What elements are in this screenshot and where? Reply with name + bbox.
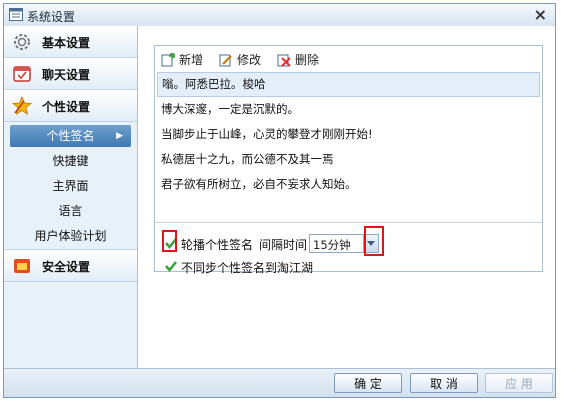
edit-button-label: 修改	[237, 53, 262, 67]
signature-toolbar: 新增 修改 删除	[155, 46, 542, 72]
rotate-signature-label: 轮播个性签名	[181, 238, 254, 252]
sidebar-category-basic[interactable]: 基本设置	[4, 26, 137, 58]
edit-button[interactable]: 修改	[219, 52, 261, 68]
sidebar-item-language[interactable]: 语言	[4, 199, 137, 224]
chevron-down-icon[interactable]	[363, 235, 378, 252]
sidebar-category-label: 个性设置	[42, 100, 91, 114]
title-bar[interactable]: 系统设置 ×	[4, 4, 555, 27]
list-item[interactable]: 博大深邃，一定是沉默的。	[157, 97, 540, 122]
add-button[interactable]: 新增	[161, 52, 203, 68]
content-panel: 新增 修改 删除 嗡。阿悉巴拉。梭哈 博大深邃，一定是沉默的。 当脚步止于山峰，…	[138, 26, 555, 369]
signature-group: 新增 修改 删除 嗡。阿悉巴拉。梭哈 博大深邃，一定是沉默的。 当脚步止于山峰，…	[154, 45, 543, 275]
no-sync-label: 不同步个性签名到淘江湖	[181, 261, 314, 275]
rotate-signature-option: 轮播个性签名 间隔时间： 15分钟	[163, 234, 533, 253]
interval-value: 15分钟	[313, 238, 351, 252]
list-item[interactable]: 君子欲有所树立，必自不妄求人知始。	[157, 172, 540, 197]
rotate-signature-checkbox[interactable]	[165, 237, 177, 249]
gear-icon	[12, 32, 32, 52]
sidebar-item-main-ui[interactable]: 主界面	[4, 174, 137, 199]
list-item[interactable]: 私德居十之九，而公德不及其一焉	[157, 147, 540, 172]
sidebar-category-chat[interactable]: 聊天设置	[4, 58, 137, 90]
sidebar-category-personal[interactable]: 个性设置	[4, 90, 137, 122]
sidebar-item-signature[interactable]: 个性签名 ▶	[10, 125, 131, 147]
ok-button[interactable]: 确 定	[334, 373, 402, 393]
apply-button[interactable]: 应 用	[485, 373, 553, 393]
sidebar-item-hotkeys[interactable]: 快捷键	[4, 149, 137, 174]
sidebar-category-label: 安全设置	[42, 260, 91, 274]
list-item[interactable]: 嗡。阿悉巴拉。梭哈	[157, 72, 540, 97]
sidebar-category-label: 聊天设置	[42, 68, 91, 82]
delete-button-label: 删除	[295, 53, 320, 67]
edit-icon	[219, 54, 232, 67]
no-sync-checkbox[interactable]	[165, 260, 177, 272]
window-title: 系统设置	[27, 10, 76, 24]
sidebar-item-label: 个性签名	[46, 129, 95, 143]
window-icon	[9, 8, 23, 21]
no-sync-option: 不同步个性签名到淘江湖	[163, 258, 533, 275]
shield-icon	[12, 256, 32, 276]
sidebar-item-ux-program[interactable]: 用户体验计划	[4, 224, 137, 249]
delete-button[interactable]: 删除	[277, 52, 319, 68]
cancel-button[interactable]: 取 消	[410, 373, 478, 393]
add-button-label: 新增	[179, 53, 204, 67]
delete-icon	[277, 54, 291, 67]
sidebar: 基本设置 聊天设置 个性设置 个性签名 ▶ 快捷键 主界面 语言 用户体验计划 …	[4, 26, 138, 369]
list-item[interactable]: 当脚步止于山峰，心灵的攀登才刚刚开始!	[157, 122, 540, 147]
signature-list[interactable]: 嗡。阿悉巴拉。梭哈 博大深邃，一定是沉默的。 当脚步止于山峰，心灵的攀登才刚刚开…	[157, 72, 540, 217]
sidebar-category-security[interactable]: 安全设置	[4, 249, 137, 282]
check-icon	[165, 261, 177, 272]
add-icon	[161, 53, 175, 67]
divider	[155, 222, 542, 223]
settings-window: 系统设置 × 基本设置 聊天设置 个性设置 个性签名 ▶ 快捷键 主界面 语言 …	[3, 3, 556, 398]
chevron-right-icon: ▶	[116, 131, 123, 141]
close-icon[interactable]: ×	[534, 6, 547, 24]
sidebar-category-label: 基本设置	[42, 36, 91, 50]
footer-bar: 确 定 取 消 应 用	[4, 368, 555, 397]
star-icon	[11, 95, 33, 116]
check-icon	[165, 238, 177, 249]
chat-icon	[12, 64, 32, 84]
interval-select[interactable]: 15分钟	[309, 234, 379, 253]
